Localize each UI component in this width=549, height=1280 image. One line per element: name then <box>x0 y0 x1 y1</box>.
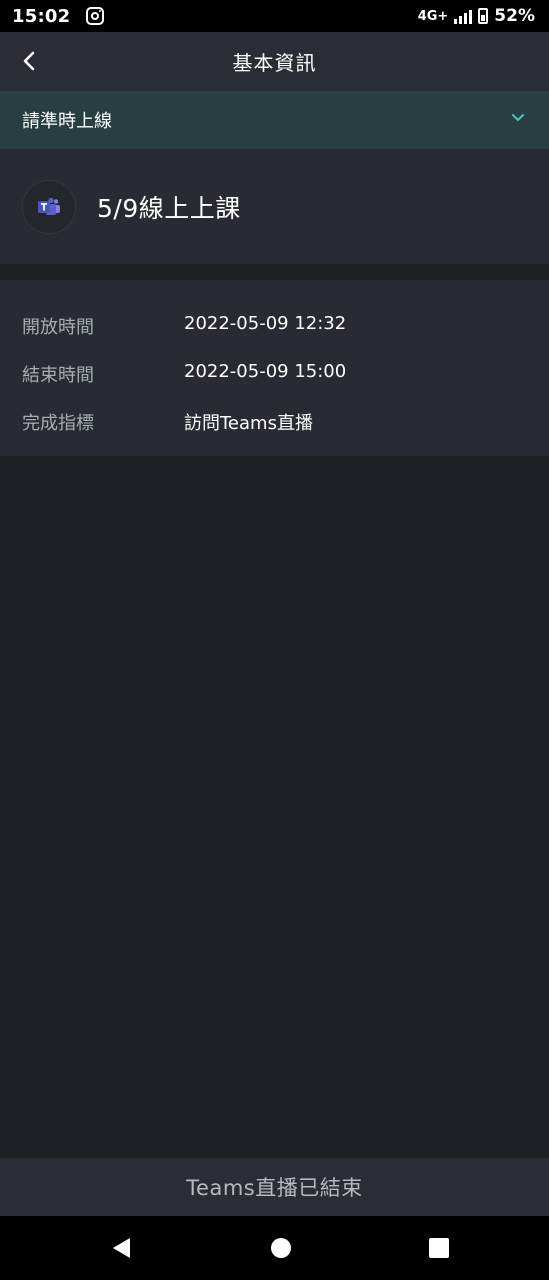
footer-status-text: Teams直播已結束 <box>186 1176 363 1200</box>
nav-recents-icon[interactable] <box>429 1238 449 1258</box>
info-panel: 開放時間 2022-05-09 12:32 結束時間 2022-05-09 15… <box>0 280 549 456</box>
teams-icon <box>38 197 60 215</box>
info-row-end-time: 結束時間 2022-05-09 15:00 <box>0 361 549 409</box>
divider <box>0 264 549 280</box>
page-title: 基本資訊 <box>232 51 317 75</box>
nav-home-icon[interactable] <box>271 1238 291 1258</box>
info-value: 2022-05-09 15:00 <box>184 361 347 382</box>
activity-card: 5/9線上上課 <box>0 149 549 264</box>
info-value: 2022-05-09 12:32 <box>184 313 347 334</box>
status-time: 15:02 <box>12 5 71 27</box>
info-row-completion: 完成指標 訪問Teams直播 <box>0 409 549 457</box>
signal-icon <box>454 8 473 24</box>
status-indicators: 4G+ 52% <box>418 6 535 26</box>
info-label: 結束時間 <box>22 365 94 386</box>
footer-status-button[interactable]: Teams直播已結束 <box>0 1158 549 1216</box>
system-nav-bar <box>0 1216 549 1280</box>
activity-icon-container <box>22 179 76 234</box>
info-label: 完成指標 <box>22 413 94 434</box>
info-row-open-time: 開放時間 2022-05-09 12:32 <box>0 313 549 361</box>
status-bar: 15:02 4G+ 52% <box>0 0 549 32</box>
screen: 15:02 4G+ 52% 基本資訊 請準時上線 5/9線上上課 開放時間 20… <box>0 0 549 1280</box>
battery-percent: 52% <box>494 6 535 26</box>
back-arrow-icon <box>23 51 35 71</box>
nav-back-icon[interactable] <box>110 1236 134 1260</box>
back-button[interactable] <box>14 46 44 76</box>
activity-title: 5/9線上上課 <box>97 193 241 223</box>
network-type: 4G+ <box>417 8 449 24</box>
info-label: 開放時間 <box>22 317 94 338</box>
chevron-down-icon <box>512 114 524 121</box>
section-banner[interactable]: 請準時上線 <box>0 91 549 149</box>
instagram-icon <box>86 7 105 25</box>
section-banner-label: 請準時上線 <box>22 111 112 132</box>
battery-icon <box>478 8 489 24</box>
info-value: 訪問Teams直播 <box>184 413 313 434</box>
app-header: 基本資訊 <box>0 32 549 91</box>
